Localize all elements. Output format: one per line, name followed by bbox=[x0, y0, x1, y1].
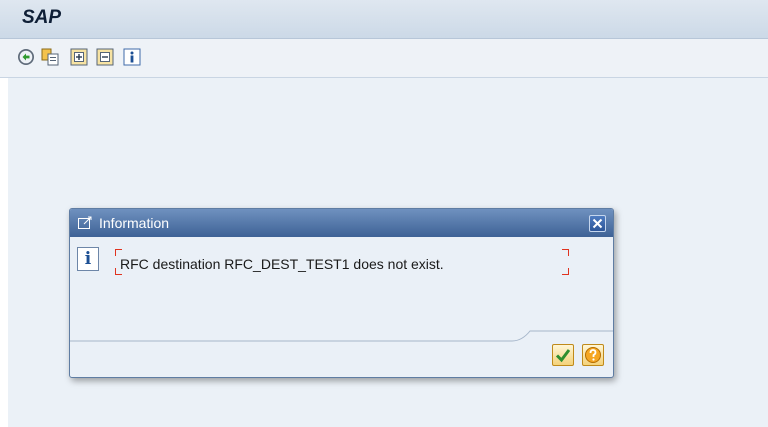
close-icon[interactable] bbox=[589, 215, 606, 232]
footer-divider bbox=[70, 330, 613, 342]
focus-corner-top-right bbox=[562, 249, 569, 256]
message-info-icon: i bbox=[77, 247, 99, 271]
focus-corner-bottom-right bbox=[562, 268, 569, 275]
dialog-title: Information bbox=[99, 215, 170, 231]
expand-icon[interactable] bbox=[70, 48, 88, 66]
application-toolbar bbox=[0, 39, 768, 78]
app-title: SAP bbox=[22, 7, 62, 28]
message-text: RFC destination RFC_DEST_TEST1 does not … bbox=[120, 256, 444, 272]
help-button[interactable] bbox=[582, 344, 604, 366]
execute-icon[interactable] bbox=[17, 48, 35, 66]
left-edge bbox=[0, 78, 8, 427]
information-dialog: Information i RFC destination RFC_DEST_T… bbox=[69, 208, 614, 378]
collapse-icon[interactable] bbox=[96, 48, 114, 66]
dialog-header: Information bbox=[70, 209, 613, 237]
info-icon[interactable] bbox=[123, 48, 141, 66]
title-bar: SAP bbox=[0, 0, 768, 39]
copy-icon[interactable] bbox=[41, 48, 59, 66]
dialog-window-icon bbox=[78, 216, 93, 230]
focus-corner-top-left bbox=[115, 249, 122, 256]
checkmark-icon bbox=[555, 349, 571, 363]
question-icon bbox=[585, 347, 601, 363]
continue-button[interactable] bbox=[552, 344, 574, 366]
